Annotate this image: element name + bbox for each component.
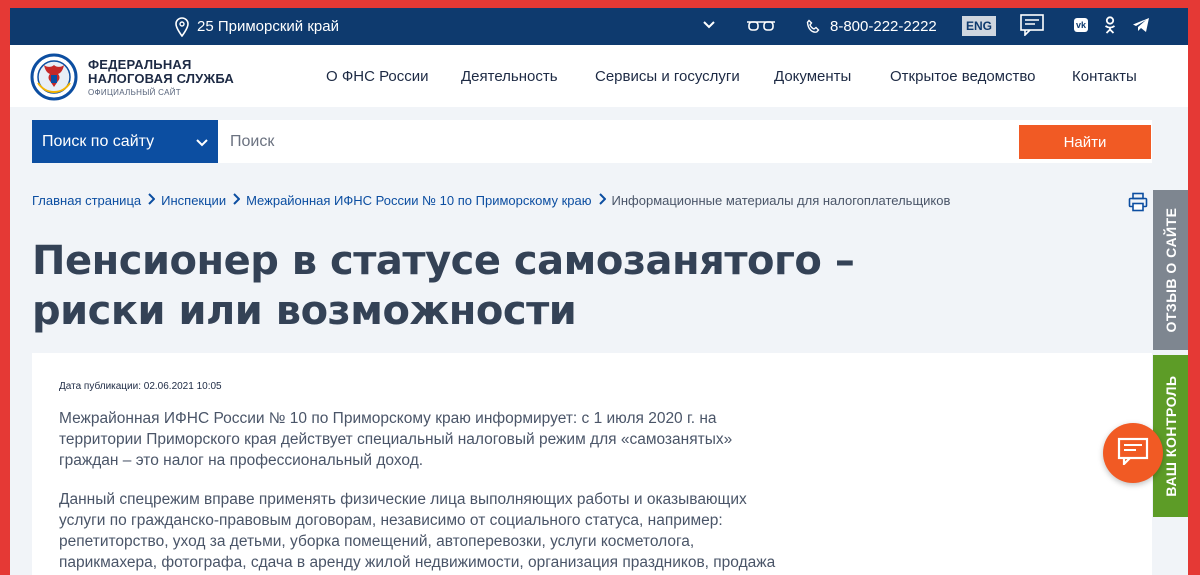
article-paragraph: Межрайонная ИФНС России № 10 по Приморск… [59,410,733,469]
breadcrumb-home[interactable]: Главная страница [32,193,141,208]
chevron-right-icon [147,193,156,208]
vk-icon[interactable]: vk [1074,18,1088,32]
chat-widget-button[interactable] [1103,423,1163,483]
fns-emblem-logo[interactable] [30,53,78,101]
page-frame: 25 Приморский край 8-800-222-2222 ENG vk [10,8,1188,575]
region-label: 25 Приморский край [197,18,339,35]
article-paragraph: Данный спецрежим вправе применять физиче… [59,491,776,571]
glasses-icon[interactable] [746,18,776,38]
nav-contacts[interactable]: Контакты [1072,45,1137,107]
nav-about[interactable]: О ФНС России [326,45,429,107]
chevron-right-icon [598,193,606,208]
nav-open-agency[interactable]: Открытое ведомство [890,45,1036,107]
search-scope-label: Поиск по сайту [42,132,155,150]
feedback-tab-label: ОТЗЫВ О САЙТЕ [1162,207,1179,333]
breadcrumb: Главная страница Инспекции Межрайонная И… [32,193,950,208]
org-name-line1: Федеральная [88,57,192,72]
language-switch[interactable]: ENG [962,16,996,36]
top-bar: 25 Приморский край 8-800-222-2222 ENG vk [10,8,1188,45]
page-title: Пенсионер в статусе самозанятого – риски… [32,238,855,334]
chevron-down-icon [196,135,208,153]
breadcrumb-inspections[interactable]: Инспекции [161,193,226,208]
hotline-phone[interactable]: 8-800-222-2222 [806,8,937,45]
chat-icon [1117,437,1149,470]
breadcrumb-current: Информационные материалы для налогоплате… [611,193,951,208]
org-name[interactable]: Федеральная налоговая служба Официальный… [88,57,235,98]
region-selector[interactable]: 25 Приморский край [175,8,339,45]
phone-icon [806,18,822,35]
search-button[interactable]: Найти [1019,125,1151,159]
print-icon[interactable] [1128,192,1148,217]
phone-number: 8-800-222-2222 [830,18,937,35]
feedback-tab[interactable]: ОТЗЫВ О САЙТЕ [1153,190,1188,350]
nav-activity[interactable]: Деятельность [461,45,558,107]
search-scope-select[interactable]: Поиск по сайту [32,120,218,163]
chevron-down-icon[interactable] [702,17,716,35]
org-subtitle: Официальный сайт [88,88,181,97]
nav-documents[interactable]: Документы [774,45,851,107]
search-bar: Поиск по сайту Найти [32,120,1152,163]
site-header: Федеральная налоговая служба Официальный… [10,45,1188,107]
odnoklassniki-icon[interactable] [1104,16,1116,38]
breadcrumb-ifns[interactable]: Межрайонная ИФНС России № 10 по Приморск… [246,193,591,208]
chat-icon[interactable] [1020,14,1044,40]
location-pin-icon [175,16,189,37]
nav-services[interactable]: Сервисы и госуслуги [595,45,740,107]
publication-date: Дата публикации: 02.06.2021 10:05 [59,381,222,392]
search-input[interactable] [230,120,1010,163]
article-card: Дата публикации: 02.06.2021 10:05 Межрай… [32,353,1152,575]
telegram-icon[interactable] [1132,17,1150,37]
control-tab-label: ВАШ КОНТРОЛЬ [1162,375,1179,497]
org-name-line2: налоговая служба [88,71,235,86]
chevron-right-icon [232,193,241,208]
